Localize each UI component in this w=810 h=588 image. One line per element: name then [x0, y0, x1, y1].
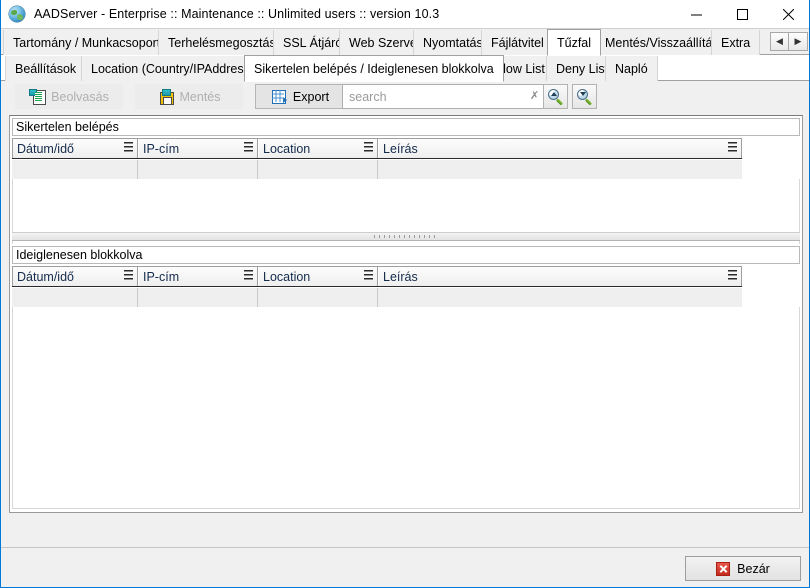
tab-content-panel: Beolvasás Mentés Export ✗ Sikerte	[1, 81, 809, 547]
temporarily-blocked-band-title: Ideiglenesen blokkolva	[12, 246, 800, 264]
search-up-button[interactable]	[543, 84, 568, 109]
filter-cell-leiras[interactable]	[378, 160, 742, 179]
column-menu-icon[interactable]	[364, 142, 373, 153]
mentes-button[interactable]: Mentés	[135, 84, 243, 109]
close-icon	[782, 9, 794, 20]
column-header-datum-ido[interactable]: Dátum/idő	[12, 139, 138, 158]
beolvasas-label: Beolvasás	[51, 89, 109, 104]
column-header-datum-ido-2[interactable]: Dátum/idő	[12, 267, 138, 286]
column-header-leiras[interactable]: Leírás	[378, 139, 742, 158]
window-title: AADServer - Enterprise :: Maintenance ::…	[34, 7, 440, 21]
column-menu-icon[interactable]	[728, 270, 737, 281]
tab-extra[interactable]: Extra	[711, 30, 761, 55]
filter-cell-leiras-2[interactable]	[378, 288, 742, 307]
column-header-location[interactable]: Location	[258, 139, 378, 158]
search-clear-icon[interactable]: ✗	[530, 89, 539, 102]
close-x-icon	[716, 561, 731, 576]
filter-cell-ip-cim[interactable]	[138, 160, 258, 179]
magnifier-up-icon	[547, 88, 564, 106]
blocked-rows[interactable]	[12, 307, 800, 509]
window-controls	[673, 0, 809, 29]
search-input[interactable]	[342, 84, 548, 109]
magnifier-down-icon	[576, 88, 593, 106]
tab-scroll-left-button[interactable]: ◀	[770, 32, 789, 51]
filter-cell-datum-ido-2[interactable]	[12, 288, 138, 307]
temporarily-blocked-band: Ideiglenesen blokkolva Dátum/idő IP-cím …	[10, 244, 802, 512]
tab-fajlatvitel[interactable]: Fájlátvitel	[481, 30, 554, 55]
failed-logins-filter-row[interactable]	[12, 160, 742, 179]
subtab-location[interactable]: Location (Country/IPAddress)	[81, 56, 265, 81]
footer-bar: Bezár	[1, 547, 809, 587]
application-window: AADServer - Enterprise :: Maintenance ::…	[0, 0, 810, 588]
filter-cell-location-2[interactable]	[258, 288, 378, 307]
subtab-beallitasok[interactable]: Beállítások	[5, 56, 87, 81]
filter-cell-location[interactable]	[258, 160, 378, 179]
splitter-grip-icon	[374, 235, 438, 238]
blocked-header-row: Dátum/idő IP-cím Location Leírás	[12, 266, 742, 287]
column-header-location-2[interactable]: Location	[258, 267, 378, 286]
column-menu-icon[interactable]	[244, 142, 253, 153]
maximize-icon	[736, 9, 748, 20]
column-menu-icon[interactable]	[364, 270, 373, 281]
filter-cell-datum-ido[interactable]	[12, 160, 138, 179]
bezar-button[interactable]: Bezár	[685, 556, 801, 581]
tab-scroll-right-button[interactable]: ▶	[789, 32, 808, 51]
toolbar: Beolvasás Mentés Export ✗	[9, 84, 803, 114]
export-button[interactable]: Export	[255, 84, 345, 109]
primary-tab-bar: Tartomány / Munkacsoport Terhelésmegoszt…	[1, 29, 809, 56]
minimize-icon	[690, 14, 702, 16]
failed-logins-band-title: Sikertelen belépés	[12, 118, 800, 136]
column-label: Location	[263, 141, 311, 156]
filter-cell-ip-cim-2[interactable]	[138, 288, 258, 307]
subtab-naplo[interactable]: Napló	[605, 56, 658, 81]
minimize-button[interactable]	[673, 0, 719, 29]
export-icon	[271, 89, 287, 104]
grid-container: Sikertelen belépés Dátum/idő IP-cím Loca…	[9, 115, 803, 513]
column-label: IP-cím	[143, 141, 180, 156]
import-icon	[29, 89, 47, 105]
failed-logins-header-row: Dátum/idő IP-cím Location Leírás	[12, 138, 742, 159]
column-label: Leírás	[383, 141, 418, 156]
column-label: Location	[263, 269, 311, 284]
tab-tartomany-munkacsoport[interactable]: Tartomány / Munkacsoport	[3, 30, 171, 55]
tab-terhelesmegosztas[interactable]: Terhelésmegosztás	[158, 30, 286, 55]
blocked-filter-row[interactable]	[12, 288, 742, 307]
close-window-button[interactable]	[765, 0, 809, 29]
column-menu-icon[interactable]	[124, 270, 133, 281]
title-bar: AADServer - Enterprise :: Maintenance ::…	[1, 0, 809, 29]
mentes-label: Mentés	[179, 89, 221, 104]
column-menu-icon[interactable]	[244, 270, 253, 281]
maximize-button[interactable]	[719, 0, 765, 29]
column-header-ip-cim[interactable]: IP-cím	[138, 139, 258, 158]
secondary-tab-bar: Beállítások Location (Country/IPAddress)…	[1, 55, 809, 82]
grid-splitter[interactable]	[12, 232, 800, 241]
column-header-ip-cim-2[interactable]: IP-cím	[138, 267, 258, 286]
export-label: Export	[292, 89, 330, 104]
column-menu-icon[interactable]	[728, 142, 737, 153]
column-label: Leírás	[383, 269, 418, 284]
bezar-label: Bezár	[737, 561, 770, 576]
search-down-button[interactable]	[572, 84, 597, 109]
column-header-leiras-2[interactable]: Leírás	[378, 267, 742, 286]
save-icon	[158, 89, 174, 105]
subtab-sikertelen-belepes-ideiglenesen-blokkolva[interactable]: Sikertelen belépés / Ideiglenesen blokko…	[244, 55, 504, 82]
tab-scroll-controls: ◀ ▶	[770, 32, 808, 51]
globe-icon	[9, 6, 25, 22]
column-label: Dátum/idő	[17, 269, 74, 284]
tab-tuzfal[interactable]: Tűzfal	[547, 29, 602, 56]
column-label: Dátum/idő	[17, 141, 74, 156]
tab-mentes-visszaallitas[interactable]: Mentés/Visszaállítás	[595, 30, 729, 55]
column-label: IP-cím	[143, 269, 180, 284]
beolvasas-button[interactable]: Beolvasás	[15, 84, 123, 109]
column-menu-icon[interactable]	[124, 142, 133, 153]
